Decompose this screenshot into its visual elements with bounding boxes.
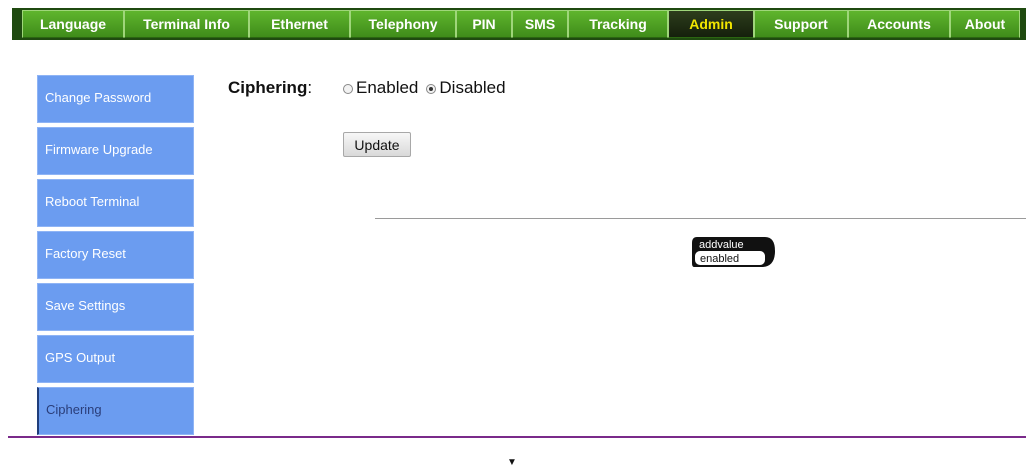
radio-disabled-label: Disabled	[439, 78, 506, 97]
radio-enabled-label: Enabled	[356, 78, 419, 97]
tab-terminal-info[interactable]: Terminal Info	[124, 10, 249, 38]
ciphering-field-label: Ciphering:	[228, 78, 312, 98]
tab-pin[interactable]: PIN	[456, 10, 512, 38]
update-button[interactable]: Update	[343, 132, 411, 157]
sidebar-item-save-settings[interactable]: Save Settings	[37, 283, 194, 331]
down-arrow-icon: ▼	[507, 457, 517, 468]
tab-about[interactable]: About	[950, 10, 1020, 38]
tab-tracking[interactable]: Tracking	[568, 10, 668, 38]
tab-accounts[interactable]: Accounts	[848, 10, 950, 38]
sidebar-item-change-password[interactable]: Change Password	[37, 75, 194, 123]
tab-support[interactable]: Support	[754, 10, 848, 38]
tab-telephony[interactable]: Telephony	[350, 10, 456, 38]
ciphering-radio-group: Enabled Disabled	[343, 78, 514, 98]
radio-enabled-button[interactable]	[343, 84, 353, 94]
sidebar-item-gps-output[interactable]: GPS Output	[37, 335, 194, 383]
top-navigation: Language Terminal Info Ethernet Telephon…	[12, 8, 1026, 40]
tab-language[interactable]: Language	[22, 10, 124, 38]
radio-disabled-button[interactable]	[426, 84, 437, 94]
radio-enabled-option[interactable]: Enabled	[343, 78, 418, 98]
footer-divider	[8, 436, 1026, 438]
radio-disabled-option[interactable]: Disabled	[426, 78, 506, 98]
sidebar-item-reboot-terminal[interactable]: Reboot Terminal	[37, 179, 194, 227]
ciphering-label-colon: :	[307, 78, 313, 97]
sidebar-item-factory-reset[interactable]: Factory Reset	[37, 231, 194, 279]
tab-sms[interactable]: SMS	[512, 10, 568, 38]
sidebar-item-ciphering[interactable]: Ciphering	[37, 387, 194, 435]
addvalue-enabled-logo: addvalue enabled	[692, 237, 775, 267]
tab-ethernet[interactable]: Ethernet	[249, 10, 350, 38]
logo-line2: enabled	[700, 253, 739, 265]
tab-admin[interactable]: Admin	[668, 10, 754, 38]
logo-line1: addvalue	[699, 239, 744, 251]
content-divider	[375, 218, 1026, 219]
ciphering-label-text: Ciphering	[228, 78, 308, 97]
sidebar-item-firmware-upgrade[interactable]: Firmware Upgrade	[37, 127, 194, 175]
